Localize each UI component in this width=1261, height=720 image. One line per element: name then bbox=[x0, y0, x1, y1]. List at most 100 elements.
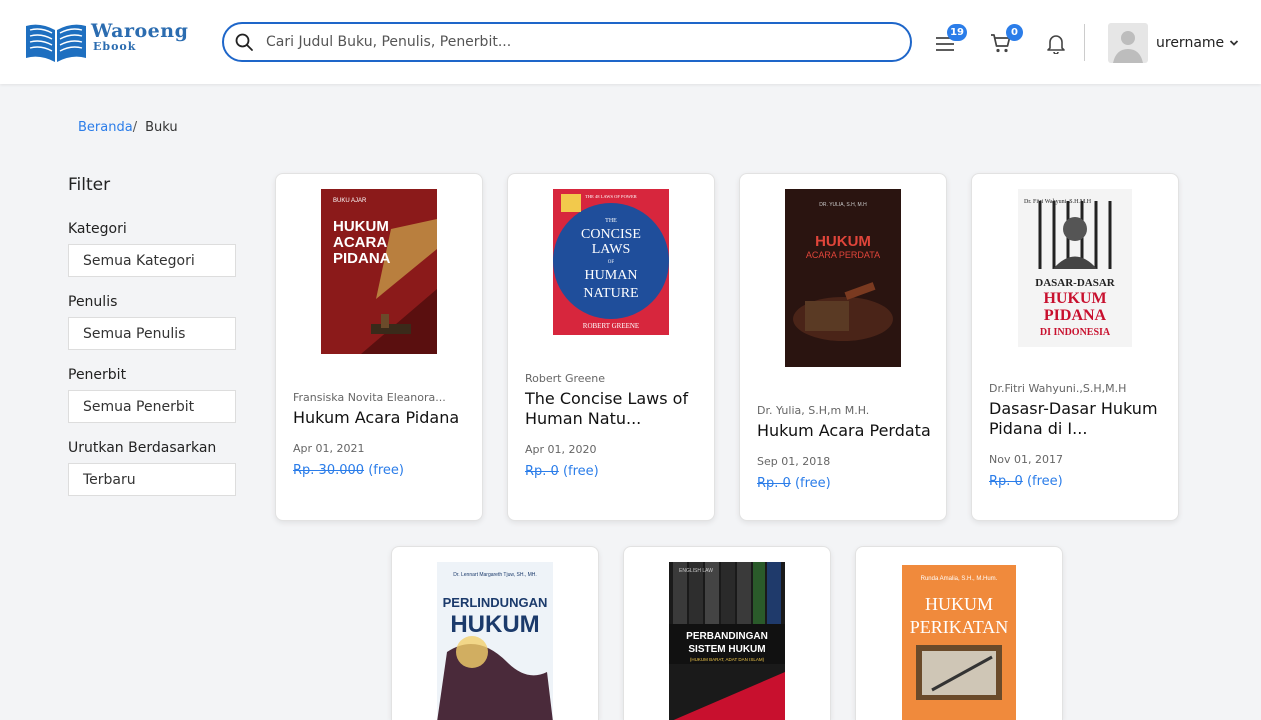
cover-line: ACARA PERDATA bbox=[806, 250, 880, 260]
cover-line: NATURE bbox=[583, 286, 638, 301]
menu-list-button[interactable]: 19 bbox=[934, 24, 967, 54]
logo-title: Waroeng bbox=[91, 20, 189, 42]
header-divider bbox=[1084, 24, 1085, 61]
cover-line: LAWS bbox=[592, 242, 631, 257]
book-price: Rp. 30.000 (free) bbox=[293, 463, 473, 478]
breadcrumb-current: Buku bbox=[145, 120, 178, 135]
author-label: Penulis bbox=[68, 294, 118, 310]
cover-line: HUMAN bbox=[585, 268, 638, 283]
book-date: Nov 01, 2017 bbox=[989, 453, 1063, 466]
cover-top-text: BUKU AJAR bbox=[333, 198, 367, 204]
cover-author: ROBERT GREENE bbox=[583, 322, 639, 330]
sort-select[interactable]: Terbaru bbox=[68, 463, 236, 496]
cover-line: HUKUM bbox=[815, 233, 871, 250]
old-price: Rp. 30.000 bbox=[293, 463, 365, 478]
book-date: Apr 01, 2021 bbox=[293, 442, 365, 455]
chevron-down-icon bbox=[1230, 40, 1239, 46]
cover-top-text: Dr. Lennart Margareth Tjuw, SH., MH. bbox=[453, 572, 537, 578]
cover-line: DI INDONESIA bbox=[1040, 327, 1111, 338]
user-menu[interactable]: urername bbox=[1108, 23, 1239, 63]
cart-button[interactable]: 0 bbox=[990, 24, 1023, 54]
book-card[interactable]: Dr. Fitri Wahyuni, S.H.M.H DASAR-DASAR H… bbox=[971, 173, 1179, 521]
old-price: Rp. 0 bbox=[989, 474, 1023, 489]
search-input[interactable] bbox=[266, 34, 866, 50]
cover-line: PIDANA bbox=[1044, 307, 1107, 324]
cover-line: CONCISE bbox=[581, 227, 641, 242]
book-cover: Dr. Lennart Margareth Tjuw, SH., MH. PER… bbox=[437, 562, 553, 720]
book-meta: Fransiska Novita Eleanora... Hukum Acara… bbox=[293, 391, 473, 478]
avatar bbox=[1108, 23, 1148, 63]
cover-line: HUKUM bbox=[333, 218, 389, 235]
book-card[interactable]: Dr. Lennart Margareth Tjuw, SH., MH. PER… bbox=[391, 546, 599, 720]
breadcrumb-home-link[interactable]: Beranda bbox=[78, 120, 133, 135]
book-author: Fransiska Novita Eleanora... bbox=[293, 391, 446, 404]
cover-top-text: Dr. Fitri Wahyuni, S.H.M.H bbox=[1024, 199, 1092, 205]
book-cover: Runda Amalia, S.H., M.Hum. HUKUM PERIKAT… bbox=[902, 565, 1016, 720]
book-date: Apr 01, 2020 bbox=[525, 443, 597, 456]
book-author: Dr. Yulia, S.H,m M.H. bbox=[757, 404, 870, 417]
open-book-icon bbox=[26, 24, 86, 63]
book-cover: THE 48 LAWS OF POWER THE CONCISE LAWS OF… bbox=[553, 189, 669, 335]
book-author: Dr.Fitri Wahyuni.,S.H,M.H bbox=[989, 382, 1127, 395]
book-title[interactable]: Dasasr-Dasar Hukum Pidana di I... bbox=[989, 399, 1169, 439]
book-meta: Robert Greene The Concise Laws of Human … bbox=[525, 372, 705, 479]
book-price: Rp. 0 (free) bbox=[757, 476, 937, 491]
cover-line: PERIKATAN bbox=[910, 617, 1009, 637]
old-price: Rp. 0 bbox=[525, 464, 559, 479]
free-price: (free) bbox=[562, 464, 599, 479]
book-title[interactable]: Hukum Acara Perdata bbox=[757, 421, 937, 441]
logo[interactable]: Waroeng Ebook bbox=[24, 20, 188, 64]
book-author: Robert Greene bbox=[525, 372, 606, 385]
search-icon bbox=[235, 33, 253, 51]
cover-line: ACARA bbox=[333, 234, 387, 251]
book-cover: ENGLISH LAW PERBANDINGAN SISTEM HUKUM (H… bbox=[669, 562, 785, 720]
filter-panel: Filter Kategori Semua Kategori Penulis S… bbox=[68, 175, 236, 496]
book-cover: Dr. Fitri Wahyuni, S.H.M.H DASAR-DASAR H… bbox=[1018, 189, 1132, 347]
top-navbar: Waroeng Ebook 19 0 bbox=[0, 0, 1261, 84]
user-silhouette-icon bbox=[1113, 31, 1143, 63]
bell-icon bbox=[1047, 35, 1065, 55]
cover-line: SISTEM HUKUM bbox=[688, 644, 765, 655]
cover-line: PERBANDINGAN bbox=[686, 631, 768, 642]
book-title[interactable]: Hukum Acara Pidana bbox=[293, 408, 473, 428]
free-price: (free) bbox=[368, 463, 404, 478]
cover-top-text: THE 48 LAWS OF POWER bbox=[585, 194, 637, 199]
category-select[interactable]: Semua Kategori bbox=[68, 244, 236, 277]
old-price: Rp. 0 bbox=[757, 476, 791, 491]
cart-count-badge: 0 bbox=[1006, 24, 1023, 41]
cover-line: PIDANA bbox=[333, 250, 391, 267]
cover-line: HUKUM bbox=[450, 611, 539, 638]
sort-label: Urutkan Berdasarkan bbox=[68, 440, 217, 456]
publisher-label: Penerbit bbox=[68, 367, 127, 383]
username: urername bbox=[1156, 35, 1225, 51]
list-count-badge: 19 bbox=[947, 24, 967, 41]
cover-line: DASAR-DASAR bbox=[1035, 277, 1116, 289]
cover-line: HUKUM bbox=[1043, 290, 1106, 307]
free-price: (free) bbox=[794, 476, 831, 491]
search-bar bbox=[222, 22, 912, 62]
book-card[interactable]: BUKU AJAR HUKUM ACARA PIDANA Fransiska N… bbox=[275, 173, 483, 521]
cover-top-text: Runda Amalia, S.H., M.Hum. bbox=[921, 576, 998, 582]
book-title[interactable]: The Concise Laws of Human Natu... bbox=[525, 389, 705, 429]
cover-top-text: DR. YULIA, S.H, M.H bbox=[819, 202, 867, 208]
book-price: Rp. 0 (free) bbox=[525, 464, 705, 479]
filter-title: Filter bbox=[68, 175, 111, 195]
breadcrumb-separator: / bbox=[132, 120, 138, 135]
author-select[interactable]: Semua Penulis bbox=[68, 317, 236, 350]
category-label: Kategori bbox=[68, 221, 127, 237]
cover-line: HUKUM bbox=[925, 594, 993, 614]
publisher-select[interactable]: Semua Penerbit bbox=[68, 390, 236, 423]
book-meta: Dr.Fitri Wahyuni.,S.H,M.H Dasasr-Dasar H… bbox=[989, 382, 1169, 489]
book-card[interactable]: THE 48 LAWS OF POWER THE CONCISE LAWS OF… bbox=[507, 173, 715, 521]
notification-button[interactable] bbox=[1045, 32, 1067, 55]
book-meta: Dr. Yulia, S.H,m M.H. Hukum Acara Perdat… bbox=[757, 404, 937, 491]
book-card[interactable]: DR. YULIA, S.H, M.H HUKUM ACARA PERDATA … bbox=[739, 173, 947, 521]
cover-line: THE bbox=[605, 218, 617, 224]
cover-line: PERLINDUNGAN bbox=[443, 595, 548, 610]
cover-top-text: ENGLISH LAW bbox=[679, 568, 713, 574]
book-price: Rp. 0 (free) bbox=[989, 474, 1169, 489]
cover-line: (HUKUM BARAT, ADAT DAN ISLAM) bbox=[690, 657, 765, 662]
book-card[interactable]: ENGLISH LAW PERBANDINGAN SISTEM HUKUM (H… bbox=[623, 546, 831, 720]
logo-subtitle: Ebook bbox=[93, 40, 137, 53]
book-card[interactable]: Runda Amalia, S.H., M.Hum. HUKUM PERIKAT… bbox=[855, 546, 1063, 720]
